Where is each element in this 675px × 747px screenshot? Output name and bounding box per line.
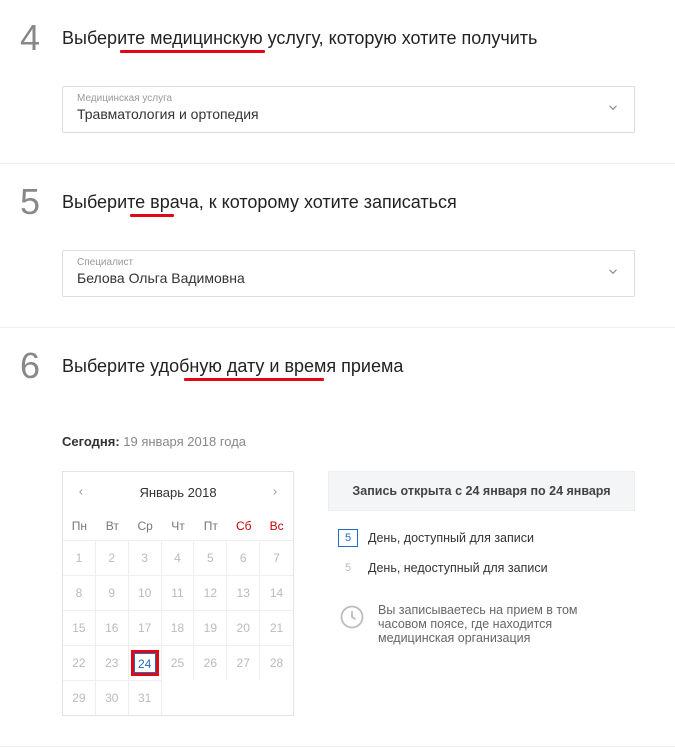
step-6-section: 6 Выберите удобную дату и время приема С… [0,328,675,747]
calendar-day: 23 [96,645,129,680]
service-dropdown-label: Медицинская услуга [77,93,620,104]
calendar-day: 26 [194,645,227,680]
calendar-day: 11 [162,575,195,610]
calendar-dow: Чт [162,512,195,540]
calendar-header: Январь 2018 [63,472,293,512]
calendar-day: 18 [162,610,195,645]
calendar: Январь 2018 ПнВтСрЧтПтСбВс 1234567891011… [62,471,294,716]
calendar-day: 20 [227,610,260,645]
calendar-day[interactable]: 24 [129,645,162,680]
service-dropdown[interactable]: Медицинская услуга Травматология и ортоп… [62,86,635,133]
calendar-dow-row: ПнВтСрЧтПтСбВс [63,512,293,540]
step-5-number: 5 [20,184,44,220]
calendar-day: 6 [227,540,260,575]
timezone-note-text: Вы записываетесь на прием в том часовом … [378,603,625,645]
calendar-day: 14 [260,575,293,610]
calendar-day: 4 [162,540,195,575]
service-dropdown-value: Травматология и ортопедия [77,106,620,122]
calendar-day: 13 [227,575,260,610]
clock-icon [338,603,366,631]
doctor-dropdown-value: Белова Ольга Вадимовна [77,270,620,286]
calendar-dow: Вт [96,512,129,540]
calendar-day: 3 [129,540,162,575]
step-4-header: 4 Выберите медицинскую услугу, которую х… [20,20,635,56]
calendar-dow: Ср [129,512,162,540]
calendar-day: 21 [260,610,293,645]
legend-unavailable-box: 5 [338,559,358,577]
annotation-underline [130,214,174,217]
calendar-info-column: Запись открыта с 24 января по 24 января … [328,471,635,655]
calendar-day: 29 [63,680,96,715]
calendar-dow: Пн [63,512,96,540]
booking-window-banner: Запись открыта с 24 января по 24 января [328,471,635,511]
legend-unavailable: 5 День, недоступный для записи [328,555,635,581]
calendar-dow: Пт [194,512,227,540]
step-4-title: Выберите медицинскую услугу, которую хот… [62,20,537,49]
step-6-header: 6 Выберите удобную дату и время приема [20,348,635,384]
calendar-day: 30 [96,680,129,715]
calendar-day: 19 [194,610,227,645]
calendar-wrap: Январь 2018 ПнВтСрЧтПтСбВс 1234567891011… [62,471,635,716]
legend-available-label: День, доступный для записи [368,531,534,545]
step-5-title: Выберите врача, к которому хотите записа… [62,184,457,213]
calendar-day: 31 [129,680,162,715]
chevron-down-icon [606,100,620,119]
doctor-dropdown-label: Специалист [77,257,620,268]
calendar-dow: Сб [227,512,260,540]
today-line: Сегодня: 19 января 2018 года [62,434,635,449]
calendar-prev-button[interactable] [69,480,93,504]
calendar-day: 5 [194,540,227,575]
chevron-down-icon [606,264,620,283]
calendar-day: 8 [63,575,96,610]
legend-unavailable-label: День, недоступный для записи [368,561,548,575]
step-4-number: 4 [20,20,44,56]
calendar-day: 12 [194,575,227,610]
today-label: Сегодня: [62,434,120,449]
step-5-header: 5 Выберите врача, к которому хотите запи… [20,184,635,220]
calendar-day: 17 [129,610,162,645]
calendar-day: 10 [129,575,162,610]
step-5-section: 5 Выберите врача, к которому хотите запи… [0,164,675,328]
step-6-title: Выберите удобную дату и время приема [62,348,403,377]
calendar-day: 7 [260,540,293,575]
calendar-day: 16 [96,610,129,645]
annotation-underline [184,378,324,381]
calendar-day: 25 [162,645,195,680]
calendar-day: 27 [227,645,260,680]
calendar-next-button[interactable] [263,480,287,504]
timezone-note: Вы записываетесь на прием в том часовом … [328,593,635,655]
calendar-day: 15 [63,610,96,645]
doctor-dropdown[interactable]: Специалист Белова Ольга Вадимовна [62,250,635,297]
legend-available: 5 День, доступный для записи [328,525,635,551]
legend-available-box: 5 [338,529,358,547]
today-date: 19 января 2018 года [120,434,246,449]
step-6-number: 6 [20,348,44,384]
calendar-dow: Вс [260,512,293,540]
step-4-section: 4 Выберите медицинскую услугу, которую х… [0,0,675,164]
calendar-day: 22 [63,645,96,680]
calendar-day: 1 [63,540,96,575]
annotation-underline [120,50,265,53]
calendar-day: 9 [96,575,129,610]
calendar-month-label: Январь 2018 [139,485,216,500]
calendar-day: 28 [260,645,293,680]
calendar-days-grid: 1234567891011121314151617181920212223242… [63,540,293,715]
calendar-day: 2 [96,540,129,575]
